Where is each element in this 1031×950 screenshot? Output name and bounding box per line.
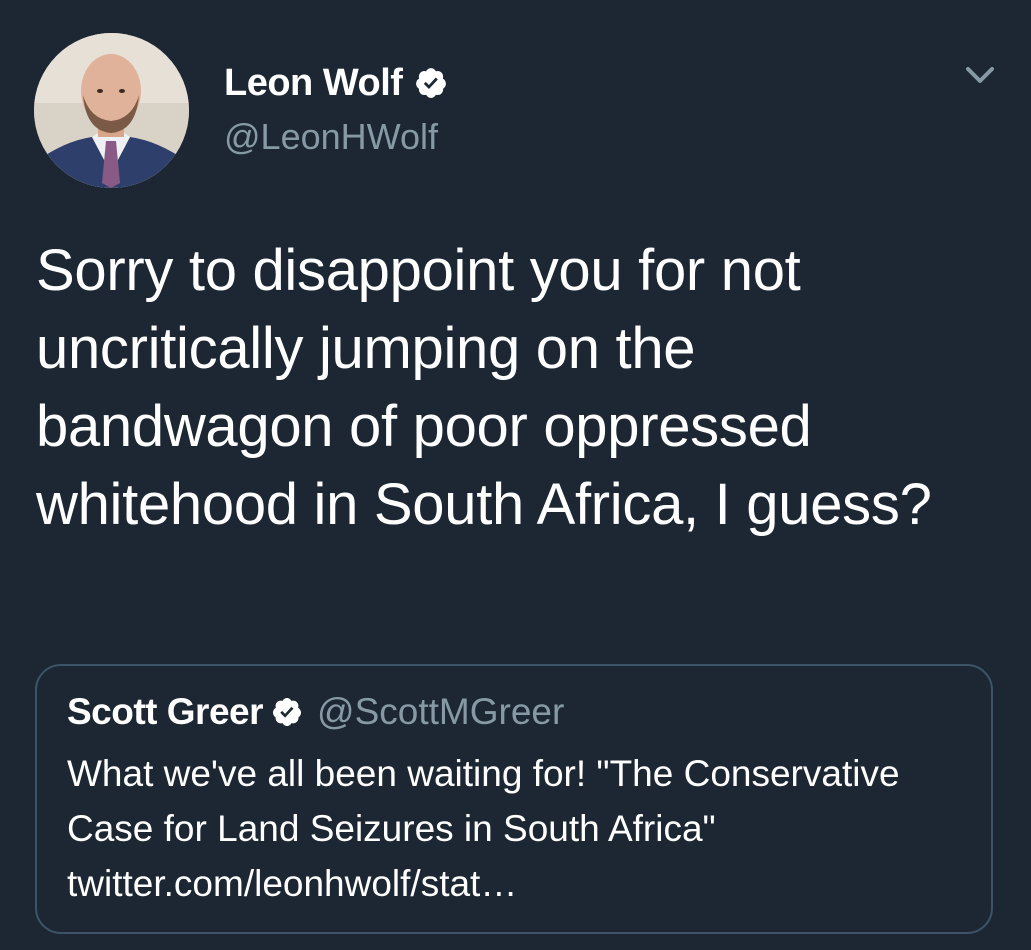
quoted-tweet-header: Scott Greer @ScottMGreer: [67, 688, 564, 736]
quoted-tweet-text: What we've all been waiting for! "The Co…: [67, 753, 900, 904]
author-handle[interactable]: @LeonHWolf: [224, 116, 448, 158]
quoted-author-display-name: Scott Greer: [67, 691, 264, 732]
tweet-text: Sorry to disappoint you for not uncritic…: [36, 238, 932, 537]
verified-badge-icon: [414, 66, 448, 100]
author-block[interactable]: Leon Wolf @LeonHWolf: [224, 58, 448, 158]
verified-badge-icon: [271, 696, 303, 728]
avatar[interactable]: [34, 33, 189, 188]
author-display-name[interactable]: Leon Wolf: [224, 62, 403, 105]
tweet: Leon Wolf @LeonHWolf Sorry to disappoint…: [0, 0, 1031, 950]
chevron-down-icon[interactable]: [962, 60, 998, 90]
author-name-row: Leon Wolf: [224, 58, 448, 108]
quoted-tweet-card[interactable]: Scott Greer @ScottMGreer What we've all …: [35, 664, 993, 934]
quoted-author-handle: @ScottMGreer: [317, 691, 565, 732]
